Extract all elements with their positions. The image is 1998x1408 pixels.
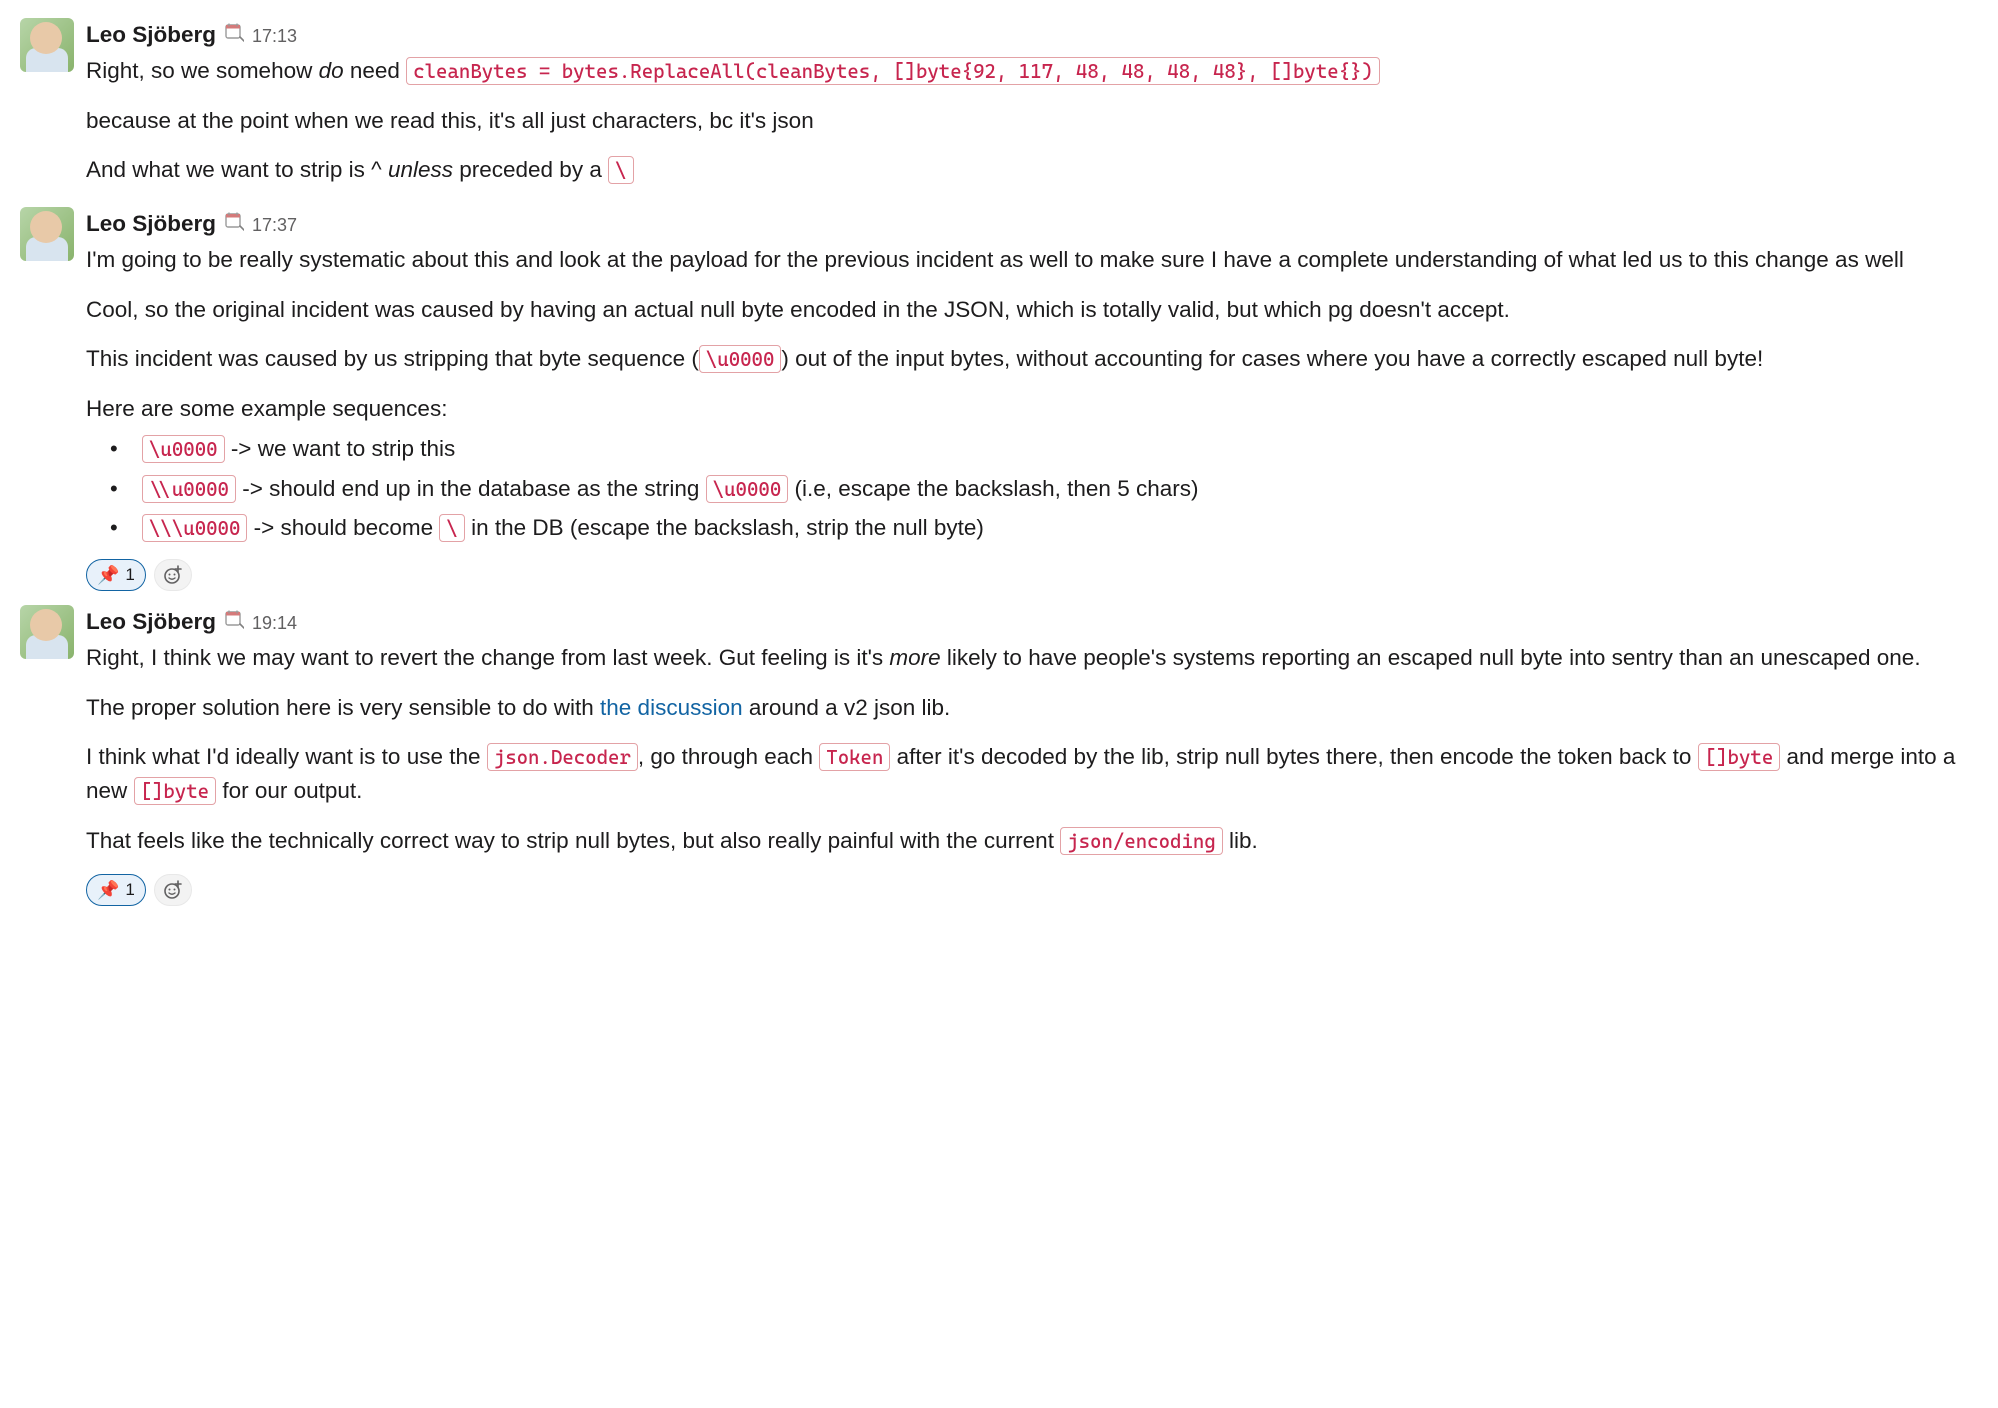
- message-header: Leo Sjöberg 17:37: [86, 207, 1978, 241]
- message: Leo Sjöberg 17:37 I'm going to be really…: [20, 201, 1978, 591]
- message: Leo Sjöberg 19:14 Right, I think we may …: [20, 599, 1978, 906]
- message: Leo Sjöberg 17:13 Right, so we somehow d…: [20, 12, 1978, 193]
- inline-code: json.Decoder: [487, 743, 638, 771]
- reaction-pin[interactable]: 📌 1: [86, 559, 146, 591]
- paragraph: Right, so we somehow do need cleanBytes …: [86, 54, 1978, 88]
- reaction-count: 1: [125, 562, 134, 588]
- pushpin-icon: 📌: [97, 566, 119, 584]
- paragraph: Here are some example sequences:: [86, 392, 1978, 426]
- message-body: Leo Sjöberg 17:37 I'm going to be really…: [86, 207, 1978, 591]
- avatar[interactable]: [20, 605, 74, 659]
- message-header: Leo Sjöberg 17:13: [86, 18, 1978, 52]
- inline-code: []byte: [134, 777, 217, 805]
- avatar[interactable]: [20, 207, 74, 261]
- inline-code: \u0000: [142, 435, 225, 463]
- discussion-link[interactable]: the discussion: [600, 695, 743, 720]
- paragraph: because at the point when we read this, …: [86, 104, 1978, 138]
- author-name[interactable]: Leo Sjöberg: [86, 207, 216, 241]
- paragraph: Cool, so the original incident was cause…: [86, 293, 1978, 327]
- paragraph: The proper solution here is very sensibl…: [86, 691, 1978, 725]
- timestamp[interactable]: 17:37: [252, 212, 297, 239]
- paragraph: This incident was caused by us stripping…: [86, 342, 1978, 376]
- bullet-list: \u0000 -> we want to strip this \\u0000 …: [86, 432, 1978, 545]
- add-reaction-button[interactable]: [154, 874, 192, 906]
- message-body: Leo Sjöberg 19:14 Right, I think we may …: [86, 605, 1978, 906]
- inline-code: \u0000: [699, 345, 782, 373]
- timestamp[interactable]: 17:13: [252, 23, 297, 50]
- paragraph: And what we want to strip is ^ unless pr…: [86, 153, 1978, 187]
- add-reaction-button[interactable]: [154, 559, 192, 591]
- reactions-bar: 📌 1: [86, 874, 1978, 906]
- author-name[interactable]: Leo Sjöberg: [86, 605, 216, 639]
- timestamp[interactable]: 19:14: [252, 610, 297, 637]
- inline-code: cleanBytes = bytes.ReplaceAll(cleanBytes…: [406, 57, 1380, 85]
- reactions-bar: 📌 1: [86, 559, 1978, 591]
- paragraph: That feels like the technically correct …: [86, 824, 1978, 858]
- message-text: Right, I think we may want to revert the…: [86, 641, 1978, 906]
- paragraph: I think what I'd ideally want is to use …: [86, 740, 1978, 808]
- list-item: \u0000 -> we want to strip this: [86, 432, 1978, 466]
- paragraph: Right, I think we may want to revert the…: [86, 641, 1978, 675]
- message-body: Leo Sjöberg 17:13 Right, so we somehow d…: [86, 18, 1978, 193]
- message-text: Right, so we somehow do need cleanBytes …: [86, 54, 1978, 187]
- inline-code: \: [608, 156, 633, 184]
- avatar[interactable]: [20, 18, 74, 72]
- reaction-count: 1: [125, 877, 134, 903]
- inline-code: []byte: [1698, 743, 1781, 771]
- list-item: \\u0000 -> should end up in the database…: [86, 472, 1978, 506]
- paragraph: I'm going to be really systematic about …: [86, 243, 1978, 277]
- pushpin-icon: 📌: [97, 881, 119, 899]
- author-name[interactable]: Leo Sjöberg: [86, 18, 216, 52]
- calendar-status-icon[interactable]: [224, 22, 244, 42]
- reaction-pin[interactable]: 📌 1: [86, 874, 146, 906]
- inline-code: \: [439, 514, 464, 542]
- inline-code: \\u0000: [142, 475, 236, 503]
- message-header: Leo Sjöberg 19:14: [86, 605, 1978, 639]
- message-text: I'm going to be really systematic about …: [86, 243, 1978, 591]
- inline-code: \\\u0000: [142, 514, 247, 542]
- inline-code: \u0000: [706, 475, 789, 503]
- calendar-status-icon[interactable]: [224, 609, 244, 629]
- list-item: \\\u0000 -> should become \ in the DB (e…: [86, 511, 1978, 545]
- calendar-status-icon[interactable]: [224, 211, 244, 231]
- inline-code: json/encoding: [1060, 827, 1223, 855]
- inline-code: Token: [819, 743, 890, 771]
